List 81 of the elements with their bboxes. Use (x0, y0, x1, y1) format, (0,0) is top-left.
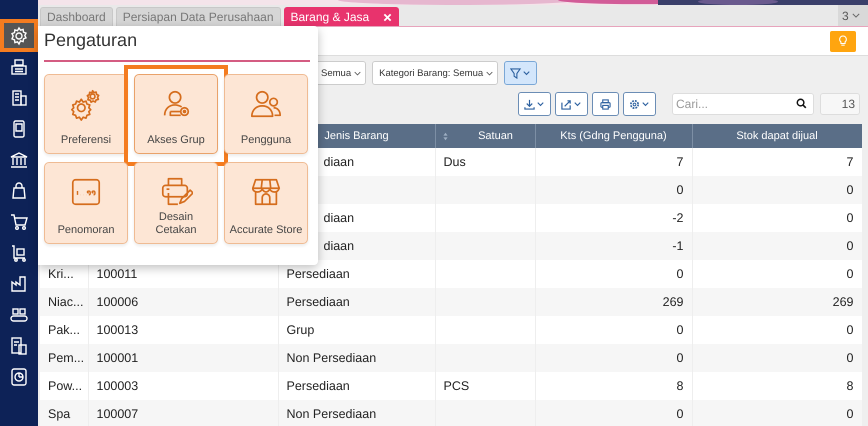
table-cell: Non Persediaan (286, 351, 376, 365)
register-icon (9, 56, 29, 76)
settings-tile[interactable]: Accurate Store (224, 162, 308, 244)
table-cell: 8 (846, 379, 854, 393)
table-cell: Persediaan (286, 379, 350, 393)
table-cell: Grup (286, 323, 314, 337)
search-field[interactable]: Cari... (672, 93, 814, 115)
download-button[interactable] (518, 92, 551, 116)
table-cell: Pow... (48, 379, 82, 393)
filter-icon (510, 68, 532, 78)
table-cell: 269 (662, 295, 684, 309)
settings-tile[interactable]: Akses Grup (134, 74, 218, 154)
calc-icon (9, 336, 29, 356)
table-cell: 0 (846, 351, 854, 365)
table-cell: 100003 (96, 379, 138, 393)
lightbulb-icon (838, 35, 848, 47)
table-cell: 0 (846, 183, 854, 197)
export-icon (560, 98, 582, 110)
gear-icon (628, 98, 650, 110)
table-cell: -1 (672, 239, 684, 253)
record-count: 13 (820, 93, 860, 115)
table-cell: 269 (832, 295, 854, 309)
table-cell: diaan (324, 211, 354, 225)
tab-count-dropdown[interactable]: 3 (838, 5, 868, 26)
table-cell: 0 (846, 407, 854, 421)
print-button[interactable] (592, 92, 619, 116)
settings-tile[interactable]: Pengguna (224, 74, 308, 154)
table-cell: Non Persediaan (286, 407, 376, 421)
filter-dropdown[interactable]: Kategori Barang: Semua (372, 61, 498, 85)
export-button[interactable] (555, 92, 588, 116)
table-cell: PCS (444, 379, 470, 393)
table-cell: 0 (676, 323, 684, 337)
table-cell: 100013 (96, 323, 138, 337)
settings-button[interactable] (623, 92, 656, 116)
column-header[interactable]: Satuan (435, 124, 535, 148)
table-cell: Spa (48, 407, 70, 421)
table-cell: Pem... (48, 351, 84, 365)
table-cell: 7 (846, 155, 854, 169)
table-cell: Persediaan (286, 295, 350, 309)
tab[interactable]: Barang & Jasa (284, 7, 400, 26)
table-cell: Dus (444, 155, 466, 169)
table-cell: 0 (846, 239, 854, 253)
bank-icon (9, 150, 29, 170)
table-cell: 7 (676, 155, 684, 169)
table-cell: -2 (672, 211, 684, 225)
filter-button[interactable] (504, 61, 538, 85)
table-cell: 0 (676, 407, 684, 421)
table-cell: Niac... (48, 295, 84, 309)
table-cell: diaan (324, 155, 354, 169)
cartbox-icon (9, 242, 29, 262)
popup-title: Pengaturan (44, 30, 138, 52)
table-cell: 100011 (96, 267, 138, 281)
column-label: Satuan (478, 130, 513, 142)
table-cell: 100007 (96, 407, 138, 421)
table-cell: 0 (846, 323, 854, 337)
column-header[interactable]: Stok dapat dijual (692, 124, 862, 148)
table-cell: 0 (676, 351, 684, 365)
search-icon[interactable] (796, 98, 807, 109)
chevron-icon (354, 70, 362, 76)
table-cell: Kri... (48, 267, 74, 281)
table-cell: 0 (676, 183, 684, 197)
chevron-icon (852, 13, 860, 18)
table-cell: 8 (676, 379, 684, 393)
table-cell: Persediaan (286, 267, 350, 281)
table-cell: 0 (676, 267, 684, 281)
download-icon (524, 98, 546, 110)
table-cell: 0 (846, 211, 854, 225)
settings-tile[interactable]: Penomoran (44, 162, 128, 244)
close-icon[interactable] (383, 12, 392, 22)
printer-icon (600, 98, 611, 110)
table-cell: diaan (324, 239, 354, 253)
chart-icon (9, 366, 29, 386)
table-cell: Pak... (48, 323, 80, 337)
table-cell: 0 (846, 267, 854, 281)
chevron-icon (486, 70, 494, 76)
cart-icon (9, 212, 29, 232)
settings-tile[interactable]: Desain Cetakan (134, 162, 218, 244)
gear-icon (9, 26, 29, 46)
table-cell: 100001 (96, 351, 138, 365)
column-header[interactable]: Kts (Gdng Pengguna) (535, 124, 692, 148)
table-cell: 100006 (96, 295, 138, 309)
